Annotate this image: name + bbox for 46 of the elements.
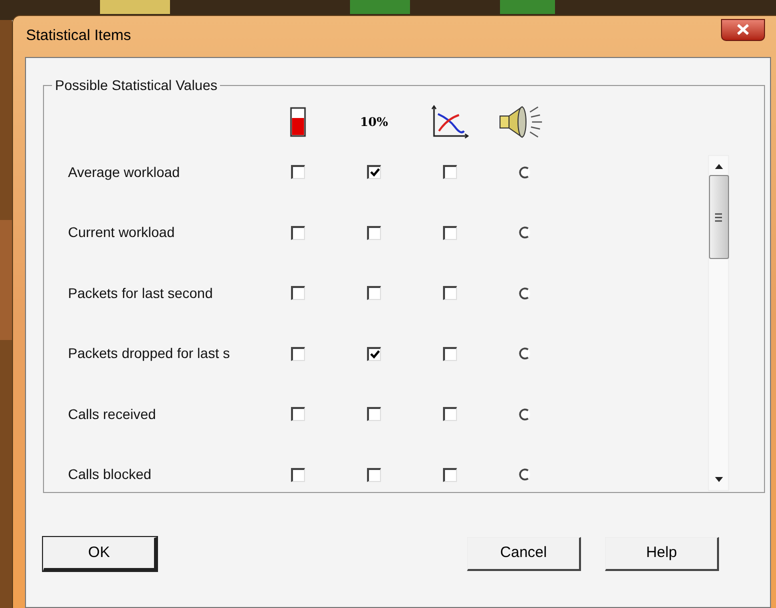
dialog-button[interactable]: OK <box>43 537 157 571</box>
close-button[interactable] <box>721 18 765 40</box>
radio-button[interactable] <box>518 286 531 300</box>
checkbox[interactable] <box>291 226 305 240</box>
checkbox[interactable] <box>367 346 381 361</box>
row-label: Packets dropped for last s <box>68 344 230 364</box>
checkbox[interactable] <box>291 407 305 422</box>
row-label: Calls blocked <box>68 465 152 484</box>
checkbox[interactable] <box>443 226 457 240</box>
radio-button[interactable] <box>518 468 531 482</box>
window-title: Statistical Items <box>25 26 132 46</box>
scrollbar[interactable] <box>708 155 729 491</box>
radio-button[interactable] <box>518 408 531 421</box>
radio-button[interactable] <box>518 226 531 240</box>
row-label: Current workload <box>68 223 175 242</box>
check-icon <box>370 350 380 359</box>
scroll-up-icon <box>714 164 722 169</box>
checkbox[interactable] <box>291 468 305 482</box>
checkbox[interactable] <box>443 286 457 300</box>
gauge-icon <box>290 107 306 137</box>
grip-icon <box>715 212 722 222</box>
checkbox[interactable] <box>443 407 457 422</box>
checkbox[interactable] <box>443 165 457 180</box>
checkbox[interactable] <box>291 286 305 300</box>
row-label: Packets for last second <box>68 284 213 303</box>
dialog-button[interactable]: Help <box>605 537 719 571</box>
scroll-down-icon <box>714 477 722 482</box>
scroll-thumb[interactable] <box>708 175 728 259</box>
percent-header: 10% <box>360 114 388 131</box>
checkbox[interactable] <box>367 286 381 300</box>
checkbox[interactable] <box>367 468 381 482</box>
checkbox[interactable] <box>291 165 305 180</box>
radio-button[interactable] <box>518 166 531 179</box>
checkbox[interactable] <box>367 226 381 240</box>
checkbox[interactable] <box>291 346 305 361</box>
check-icon <box>370 168 380 178</box>
checkbox[interactable] <box>443 346 457 361</box>
close-icon <box>737 24 749 35</box>
dialog-button[interactable]: Cancel <box>467 537 581 571</box>
line-chart-icon <box>431 105 469 139</box>
row-label: Average workload <box>68 162 180 182</box>
checkbox[interactable] <box>367 407 381 422</box>
radio-button[interactable] <box>518 347 531 360</box>
checkbox[interactable] <box>367 165 381 180</box>
checkbox[interactable] <box>443 468 457 482</box>
row-label: Calls received <box>68 404 156 424</box>
